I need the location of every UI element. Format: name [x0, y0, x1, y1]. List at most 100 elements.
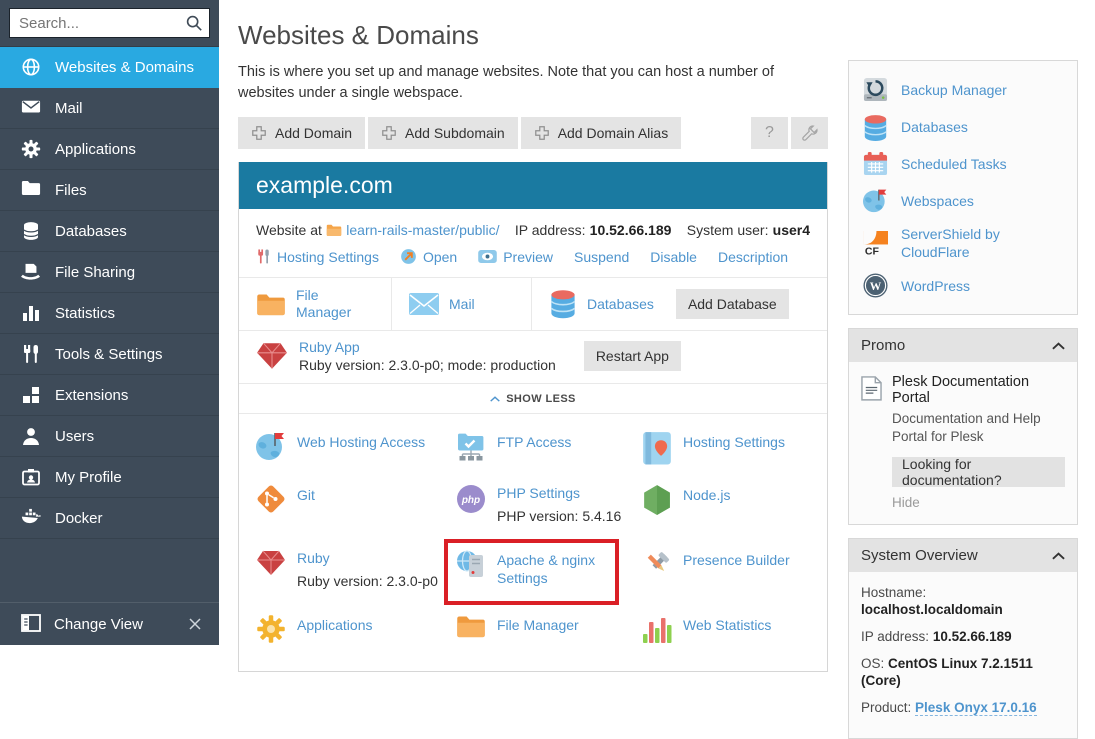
- sidebar-item-label: Users: [55, 428, 94, 445]
- feature-apache-nginx-settings[interactable]: Apache & nginx Settings: [456, 549, 642, 591]
- settings-wrench-button[interactable]: [791, 117, 828, 149]
- sidebar-item-extensions[interactable]: Extensions: [0, 375, 219, 416]
- sidebar-item-mail[interactable]: Mail: [0, 88, 219, 129]
- sidebar-item-tools-settings[interactable]: Tools & Settings: [0, 334, 219, 375]
- sidebar-item-file-sharing[interactable]: File Sharing: [0, 252, 219, 293]
- ruby-app-row: Ruby App Ruby version: 2.3.0-p0; mode: p…: [239, 331, 827, 384]
- shortcut-backup-manager[interactable]: Backup Manager: [849, 71, 1077, 108]
- sidebar-item-files[interactable]: Files: [0, 170, 219, 211]
- quick-actions-row: File Manager Mail Databases Add Database: [239, 278, 827, 331]
- right-panel: Backup Manager Databases Scheduled Tasks…: [848, 60, 1078, 739]
- feature-web-hosting-access[interactable]: Web Hosting Access: [256, 431, 456, 461]
- sidebar-item-label: Websites & Domains: [55, 59, 194, 76]
- preview-link[interactable]: Preview: [478, 249, 553, 265]
- ftp-folder-network-icon: [456, 431, 486, 461]
- product-version-link[interactable]: Plesk Onyx 17.0.16: [915, 700, 1037, 716]
- add-subdomain-label: Add Subdomain: [405, 125, 505, 141]
- search-input[interactable]: [9, 8, 210, 38]
- database-color-icon[interactable]: [549, 289, 577, 319]
- database-color-icon: [863, 114, 888, 139]
- promo-header[interactable]: Promo: [849, 329, 1077, 362]
- shortcut-databases[interactable]: Databases: [849, 108, 1077, 145]
- promo-docs-button[interactable]: Looking for documentation?: [892, 457, 1065, 487]
- sidebar-item-websites-domains[interactable]: Websites & Domains: [0, 47, 219, 88]
- add-subdomain-button[interactable]: Add Subdomain: [368, 117, 518, 149]
- quick-mail[interactable]: Mail: [391, 278, 531, 330]
- apache-nginx-icon: [456, 549, 486, 579]
- wordpress-icon: W: [863, 273, 888, 298]
- plus-icon: [251, 125, 267, 141]
- change-view-button[interactable]: Change View: [0, 602, 219, 645]
- document-icon: [861, 376, 882, 402]
- shortcut-wordpress[interactable]: W WordPress: [849, 267, 1077, 304]
- shortcuts-box: Backup Manager Databases Scheduled Tasks…: [848, 60, 1078, 315]
- databases-link[interactable]: Databases: [587, 296, 654, 313]
- feature-file-manager[interactable]: File Manager: [456, 614, 642, 644]
- system-overview-header[interactable]: System Overview: [849, 539, 1077, 572]
- hostname-value: localhost.localdomain: [861, 602, 1003, 617]
- calendar-icon: [863, 151, 888, 176]
- system-user-value: user4: [773, 222, 810, 238]
- feature-web-statistics[interactable]: Web Statistics: [642, 614, 817, 644]
- shortcut-webspaces[interactable]: Webspaces: [849, 182, 1077, 219]
- feature-nodejs[interactable]: Node.js: [642, 484, 817, 526]
- sidebar-item-docker[interactable]: Docker: [0, 498, 219, 539]
- system-overview-box: System Overview Hostname: localhost.loca…: [848, 538, 1078, 739]
- svg-text:CF: CF: [865, 245, 880, 255]
- preview-eye-icon: [478, 250, 497, 263]
- sidebar-item-users[interactable]: Users: [0, 416, 219, 457]
- feature-applications[interactable]: Applications: [256, 614, 456, 644]
- ip-value: 10.52.66.189: [933, 629, 1012, 644]
- scroll-heart-icon: [642, 431, 672, 461]
- feature-ruby[interactable]: Ruby Ruby version: 2.3.0-p0: [256, 549, 456, 591]
- globe-flag-icon: [863, 188, 888, 213]
- sidebar-item-statistics[interactable]: Statistics: [0, 293, 219, 334]
- gear-icon: [21, 139, 41, 159]
- suspend-link[interactable]: Suspend: [574, 249, 629, 265]
- backup-manager-icon: [863, 77, 888, 102]
- add-database-button[interactable]: Add Database: [676, 289, 789, 319]
- sidebar: Websites & Domains Mail Applications Fil…: [0, 0, 219, 645]
- help-button[interactable]: ?: [751, 117, 788, 149]
- gear-yellow-icon: [256, 614, 286, 644]
- add-domain-alias-button[interactable]: Add Domain Alias: [521, 117, 682, 149]
- chevron-up-icon[interactable]: [1052, 552, 1065, 560]
- close-icon[interactable]: [189, 618, 201, 630]
- promo-hide-link[interactable]: Hide: [892, 495, 1065, 510]
- php-icon: php: [456, 484, 486, 514]
- restart-app-button[interactable]: Restart App: [584, 341, 681, 371]
- webroot-path-link[interactable]: learn-rails-master/public/: [346, 222, 499, 238]
- shortcut-servershield[interactable]: CF ServerShield by CloudFlare: [849, 219, 1077, 267]
- main-content: Websites & Domains This is where you set…: [238, 0, 828, 672]
- disable-link[interactable]: Disable: [650, 249, 697, 265]
- os-row: OS: CentOS Linux 7.2.1511 (Core): [861, 655, 1065, 689]
- sidebar-item-my-profile[interactable]: My Profile: [0, 457, 219, 498]
- quick-file-manager[interactable]: File Manager: [239, 278, 391, 330]
- feature-presence-builder[interactable]: Presence Builder: [642, 549, 817, 591]
- change-view-icon: [21, 614, 41, 634]
- show-less-toggle[interactable]: SHOW LESS: [239, 384, 827, 414]
- feature-hosting-settings[interactable]: Hosting Settings: [642, 431, 817, 461]
- folder-icon: [21, 180, 41, 200]
- ruby-app-info: Ruby version: 2.3.0-p0; mode: production: [299, 357, 556, 373]
- search-icon[interactable]: [185, 14, 203, 32]
- add-domain-button[interactable]: Add Domain: [238, 117, 365, 149]
- sidebar-item-databases[interactable]: Databases: [0, 211, 219, 252]
- shortcut-scheduled-tasks[interactable]: Scheduled Tasks: [849, 145, 1077, 182]
- chevron-up-icon[interactable]: [1052, 342, 1065, 350]
- feature-git[interactable]: Git: [256, 484, 456, 526]
- domain-info-row: Website at learn-rails-master/public/ IP…: [239, 209, 827, 238]
- sidebar-item-applications[interactable]: Applications: [0, 129, 219, 170]
- ruby-app-link[interactable]: Ruby App: [299, 339, 556, 355]
- hosting-settings-link[interactable]: Hosting Settings: [256, 249, 379, 265]
- sidebar-item-label: Files: [55, 182, 87, 199]
- feature-php-settings[interactable]: php PHP Settings PHP version: 5.4.16: [456, 484, 642, 526]
- open-site-link[interactable]: Open: [400, 248, 457, 265]
- ruby-icon: [256, 549, 286, 579]
- svg-text:php: php: [461, 495, 480, 506]
- description-link[interactable]: Description: [718, 249, 788, 265]
- system-user-label: System user:: [687, 222, 769, 238]
- bar-chart-icon: [21, 303, 41, 323]
- feature-ftp-access[interactable]: FTP Access: [456, 431, 642, 461]
- sidebar-item-label: Extensions: [55, 387, 128, 404]
